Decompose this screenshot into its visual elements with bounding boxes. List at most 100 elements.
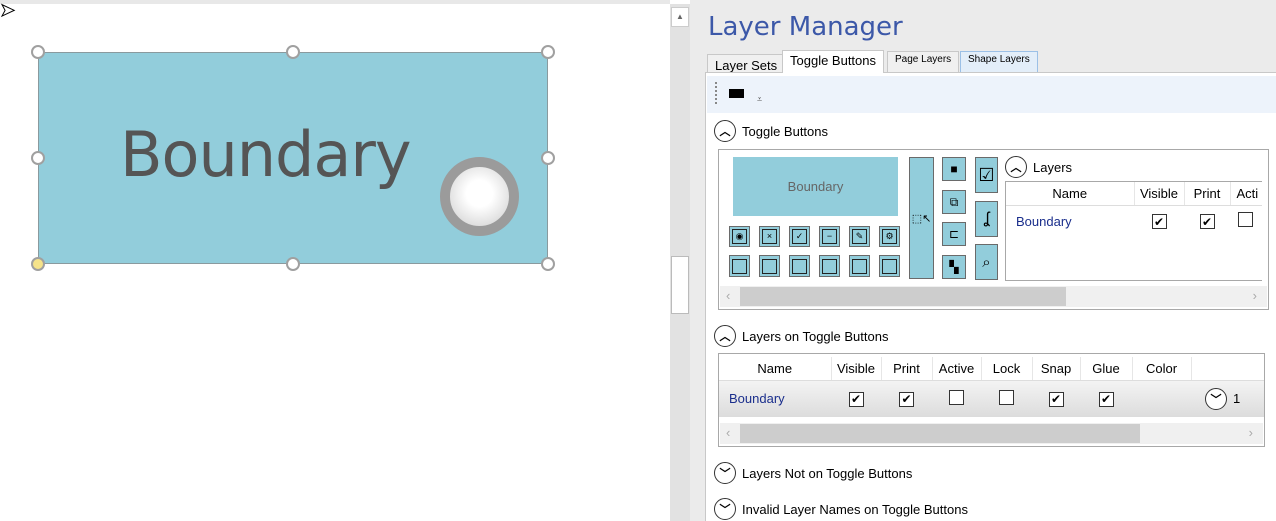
color-swatch-button[interactable] bbox=[729, 89, 744, 98]
square-icon bbox=[732, 258, 747, 274]
delete-layer-button[interactable]: × bbox=[759, 226, 780, 247]
section-toggle-buttons[interactable]: ︿ Toggle Buttons bbox=[714, 120, 828, 142]
toggle-knob[interactable] bbox=[440, 157, 519, 236]
x-icon: × bbox=[762, 229, 777, 244]
connect-button[interactable]: ⊏ bbox=[942, 222, 966, 246]
send-back-button[interactable]: ▚ bbox=[942, 255, 966, 279]
check-all-button[interactable]: ☑ bbox=[975, 157, 998, 193]
column-header[interactable]: Name bbox=[1006, 182, 1135, 206]
minus-layer-button[interactable]: − bbox=[819, 226, 840, 247]
lasso-button[interactable]: ʆ bbox=[975, 201, 998, 237]
layer-name: Boundary bbox=[1016, 213, 1072, 229]
chevron-up-icon[interactable]: ︿ bbox=[714, 120, 736, 142]
section-layers-not-on-toggle-buttons[interactable]: ﹀ Layers Not on Toggle Buttons bbox=[714, 462, 912, 484]
horizontal-scrollbar[interactable]: ‹ › bbox=[720, 286, 1267, 307]
scroll-right-icon[interactable]: › bbox=[1249, 425, 1253, 440]
scroll-thumb[interactable] bbox=[740, 424, 1140, 443]
scroll-thumb[interactable] bbox=[671, 256, 689, 314]
column-header[interactable]: Glue bbox=[1080, 357, 1133, 381]
tab-layer-sets[interactable]: Layer Sets bbox=[707, 54, 786, 73]
scroll-left-icon[interactable]: ‹ bbox=[726, 425, 730, 440]
empty-slot-button[interactable] bbox=[849, 255, 870, 277]
tab-page-layers[interactable]: Page Layers bbox=[887, 51, 960, 72]
scroll-thumb[interactable] bbox=[740, 287, 1066, 306]
bring-front-button[interactable]: ■ bbox=[942, 157, 966, 181]
edit-layer-button[interactable]: ✎ bbox=[849, 226, 870, 247]
scroll-up-button[interactable]: ▲ bbox=[671, 7, 689, 27]
resize-handle[interactable] bbox=[286, 45, 300, 59]
resize-handle[interactable] bbox=[541, 257, 555, 271]
column-header[interactable]: Active bbox=[932, 357, 982, 381]
canvas-vertical-scrollbar[interactable]: ▲ bbox=[670, 4, 690, 521]
check-layer-button[interactable]: ✓ bbox=[789, 226, 810, 247]
chevron-down-icon[interactable]: ﹀ bbox=[714, 462, 736, 484]
empty-slot-button[interactable] bbox=[879, 255, 900, 277]
column-header[interactable]: Acti bbox=[1230, 182, 1262, 206]
layers-grid: Name Visible Print Acti Boundary ✔ ✔ bbox=[1005, 181, 1262, 281]
resize-handle[interactable] bbox=[286, 257, 300, 271]
lasso-icon: ʆ bbox=[983, 210, 990, 227]
chevron-up-icon[interactable]: ︿ bbox=[714, 325, 736, 347]
search-list-button[interactable]: ⌕ bbox=[975, 244, 998, 280]
print-checkbox[interactable]: ✔ bbox=[899, 391, 914, 407]
chevron-down-icon[interactable]: ﹀ bbox=[1205, 387, 1227, 410]
empty-slot-button[interactable] bbox=[729, 255, 750, 277]
scroll-left-icon[interactable]: ‹ bbox=[726, 288, 730, 303]
visible-checkbox[interactable]: ✔ bbox=[848, 391, 864, 407]
select-layer-shapes-button[interactable]: ⬚↖ bbox=[909, 157, 934, 279]
column-header[interactable]: Print bbox=[1184, 182, 1231, 206]
section-title: Invalid Layer Names on Toggle Buttons bbox=[742, 501, 968, 517]
square-icon bbox=[762, 258, 777, 274]
visible-layer-button[interactable]: ◉ bbox=[729, 226, 750, 247]
select-cursor-icon: ⬚↖ bbox=[911, 212, 932, 225]
overlap-button[interactable]: ⧉ bbox=[942, 190, 966, 214]
resize-handle[interactable] bbox=[31, 151, 45, 165]
chevron-up-icon[interactable]: ︿ bbox=[1005, 156, 1027, 178]
section-layers-on-toggle-buttons[interactable]: ︿ Layers on Toggle Buttons bbox=[714, 325, 888, 347]
scroll-right-icon[interactable]: › bbox=[1253, 288, 1257, 303]
active-checkbox[interactable] bbox=[1238, 212, 1253, 228]
column-header[interactable]: Visible bbox=[1134, 182, 1185, 206]
active-checkbox[interactable] bbox=[949, 389, 964, 405]
stack-front-icon: ■ bbox=[950, 162, 958, 176]
snap-checkbox[interactable]: ✔ bbox=[1048, 391, 1064, 407]
layers-subsection[interactable]: ︿ Layers bbox=[1005, 156, 1072, 178]
column-header[interactable]: Name bbox=[719, 357, 832, 381]
toolbar-grip[interactable] bbox=[715, 82, 717, 104]
chevron-down-icon[interactable]: ﹀ bbox=[714, 498, 736, 520]
section-title: Layers Not on Toggle Buttons bbox=[742, 465, 913, 481]
square-icon bbox=[792, 258, 807, 274]
preview-toggle-button[interactable]: Boundary bbox=[733, 157, 898, 216]
glue-checkbox[interactable]: ✔ bbox=[1098, 391, 1114, 407]
column-header[interactable]: Visible bbox=[831, 357, 882, 381]
lock-checkbox[interactable] bbox=[999, 389, 1014, 405]
empty-slot-button[interactable] bbox=[789, 255, 810, 277]
row-count: 1 bbox=[1233, 391, 1241, 407]
table-row[interactable]: Boundary ✔ ✔ bbox=[1006, 205, 1262, 237]
toolbar-overflow-icon[interactable]: ⩡ bbox=[757, 94, 762, 105]
grid-header: Name Visible Print Acti bbox=[1006, 182, 1262, 206]
section-title: Layers on Toggle Buttons bbox=[742, 328, 889, 344]
print-checkbox[interactable]: ✔ bbox=[1199, 214, 1215, 229]
stack-back-icon: ▚ bbox=[949, 260, 959, 274]
color-cell[interactable] bbox=[1132, 380, 1191, 417]
resize-handle[interactable] bbox=[541, 45, 555, 59]
column-header[interactable]: Snap bbox=[1032, 357, 1081, 381]
tab-shape-layers[interactable]: Shape Layers bbox=[960, 51, 1038, 72]
visible-checkbox[interactable]: ✔ bbox=[1151, 214, 1167, 229]
table-row[interactable]: Boundary ✔ ✔ ✔ ✔ ﹀ 1 bbox=[719, 380, 1264, 417]
section-invalid-layer-names[interactable]: ﹀ Invalid Layer Names on Toggle Buttons bbox=[714, 498, 968, 520]
control-handle[interactable] bbox=[31, 257, 45, 271]
eye-icon: ◉ bbox=[732, 229, 747, 244]
column-header[interactable]: Print bbox=[881, 357, 933, 381]
resize-handle[interactable] bbox=[31, 45, 45, 59]
square-icon bbox=[882, 258, 897, 274]
horizontal-scrollbar[interactable]: ‹ › bbox=[720, 423, 1263, 444]
column-header[interactable]: Color bbox=[1132, 357, 1192, 381]
tab-toggle-buttons[interactable]: Toggle Buttons bbox=[782, 50, 885, 73]
empty-slot-button[interactable] bbox=[759, 255, 780, 277]
column-header[interactable]: Lock bbox=[981, 357, 1033, 381]
settings-layer-button[interactable]: ⚙ bbox=[879, 226, 900, 247]
resize-handle[interactable] bbox=[541, 151, 555, 165]
empty-slot-button[interactable] bbox=[819, 255, 840, 277]
